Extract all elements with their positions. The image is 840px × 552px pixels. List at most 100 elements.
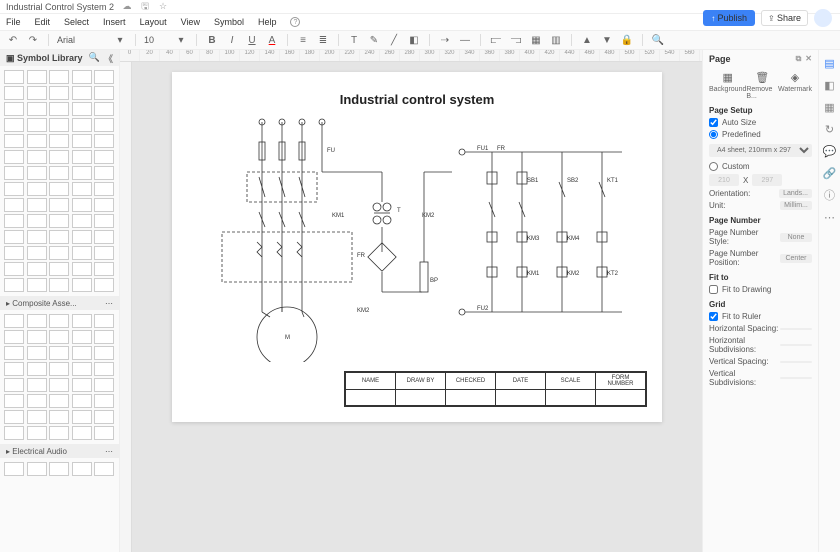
chevron-down-icon[interactable]: ▾ [113, 33, 127, 47]
symbol-item[interactable] [72, 150, 92, 164]
unit-select[interactable]: Millim... [780, 201, 812, 210]
symbol-item[interactable] [49, 230, 69, 244]
symbol-item[interactable] [49, 150, 69, 164]
symbol-item[interactable] [49, 70, 69, 84]
symbol-item[interactable] [4, 214, 24, 228]
symbol-item[interactable] [49, 166, 69, 180]
bold-icon[interactable]: B [205, 33, 219, 47]
menu-layout[interactable]: Layout [140, 17, 167, 27]
cloud-icon[interactable]: ☁ [122, 2, 132, 12]
help-icon[interactable]: ? [290, 17, 300, 27]
symbol-item[interactable] [27, 214, 47, 228]
line-icon[interactable]: ╱ [387, 33, 401, 47]
symbol-item[interactable] [4, 378, 24, 392]
bring-front-icon[interactable]: ▲ [580, 33, 594, 47]
symbol-item[interactable] [27, 118, 47, 132]
symbol-item[interactable] [72, 314, 92, 328]
symbol-item[interactable] [49, 262, 69, 276]
align-center-icon[interactable]: ≣ [316, 33, 330, 47]
symbol-item[interactable] [94, 246, 114, 260]
fit-ruler-checkbox[interactable] [709, 312, 718, 321]
redo-icon[interactable]: ↷ [26, 33, 40, 47]
history-icon[interactable]: ↻ [823, 122, 837, 136]
close-icon[interactable]: ✕ [805, 54, 812, 64]
symbol-item[interactable] [27, 278, 47, 292]
symbol-item[interactable] [72, 198, 92, 212]
symbol-item[interactable] [4, 426, 24, 440]
text-tool-icon[interactable]: T [347, 33, 361, 47]
symbol-item[interactable] [27, 330, 47, 344]
menu-view[interactable]: View [181, 17, 200, 27]
symbol-item[interactable] [94, 214, 114, 228]
symbol-item[interactable] [27, 134, 47, 148]
symbol-item[interactable] [72, 166, 92, 180]
symbol-item[interactable] [27, 102, 47, 116]
search-icon[interactable]: 🔍 [651, 33, 665, 47]
symbol-item[interactable] [27, 198, 47, 212]
symbol-item[interactable] [49, 214, 69, 228]
symbol-item[interactable] [27, 362, 47, 376]
symbol-item[interactable] [49, 394, 69, 408]
menu-file[interactable]: File [6, 17, 21, 27]
h-spacing-input[interactable] [780, 328, 812, 330]
share-button[interactable]: ⇪ Share [761, 10, 808, 26]
symbol-item[interactable] [94, 462, 114, 476]
symbol-item[interactable] [94, 118, 114, 132]
symbol-item[interactable] [4, 362, 24, 376]
v-sub-input[interactable] [780, 377, 812, 379]
fit-drawing-checkbox[interactable] [709, 285, 718, 294]
link-icon[interactable]: 🔗 [823, 166, 837, 180]
symbol-item[interactable] [72, 378, 92, 392]
auto-size-checkbox[interactable] [709, 118, 718, 127]
symbol-item[interactable] [72, 246, 92, 260]
group-icon[interactable]: ▦ [529, 33, 543, 47]
symbol-item[interactable] [94, 182, 114, 196]
avatar[interactable] [814, 9, 832, 27]
symbol-item[interactable] [49, 134, 69, 148]
font-select[interactable] [57, 35, 107, 45]
symbol-item[interactable] [27, 166, 47, 180]
symbol-item[interactable] [72, 70, 92, 84]
symbol-item[interactable] [72, 86, 92, 100]
fill-icon[interactable]: ◧ [407, 33, 421, 47]
collapse-icon[interactable]: 《 [104, 52, 113, 65]
pen-icon[interactable]: ✎ [367, 33, 381, 47]
symbol-item[interactable] [49, 198, 69, 212]
symbol-item[interactable] [49, 330, 69, 344]
symbol-item[interactable] [27, 70, 47, 84]
symbol-item[interactable] [49, 346, 69, 360]
symbol-item[interactable] [94, 314, 114, 328]
symbol-item[interactable] [72, 426, 92, 440]
symbol-item[interactable] [4, 394, 24, 408]
tab-watermark[interactable]: ◈Watermark [778, 70, 812, 100]
symbol-item[interactable] [94, 426, 114, 440]
canvas-area[interactable]: 0204060801001201401601802002202402602803… [120, 50, 702, 552]
send-back-icon[interactable]: ▼ [600, 33, 614, 47]
custom-radio[interactable] [709, 162, 718, 171]
symbol-item[interactable] [72, 262, 92, 276]
symbol-item[interactable] [72, 330, 92, 344]
symbol-item[interactable] [4, 314, 24, 328]
symbol-item[interactable] [72, 346, 92, 360]
align-icon[interactable]: ⫍ [489, 33, 503, 47]
symbol-item[interactable] [4, 230, 24, 244]
symbol-item[interactable] [49, 314, 69, 328]
italic-icon[interactable]: I [225, 33, 239, 47]
page-panel-icon[interactable]: ▤ [823, 56, 837, 70]
symbol-item[interactable] [49, 246, 69, 260]
height-input[interactable]: 297 [752, 174, 782, 186]
symbol-item[interactable] [4, 102, 24, 116]
star-icon[interactable]: ☆ [158, 2, 168, 12]
font-color-icon[interactable]: A [265, 33, 279, 47]
symbol-item[interactable] [27, 150, 47, 164]
orientation-select[interactable]: Lands... [779, 189, 812, 198]
width-input[interactable]: 210 [709, 174, 739, 186]
symbol-item[interactable] [94, 102, 114, 116]
symbol-item[interactable] [4, 150, 24, 164]
symbol-item[interactable] [49, 462, 69, 476]
symbol-item[interactable] [27, 86, 47, 100]
symbol-item[interactable] [4, 278, 24, 292]
symbol-item[interactable] [72, 230, 92, 244]
menu-select[interactable]: Select [64, 17, 89, 27]
symbol-item[interactable] [72, 214, 92, 228]
